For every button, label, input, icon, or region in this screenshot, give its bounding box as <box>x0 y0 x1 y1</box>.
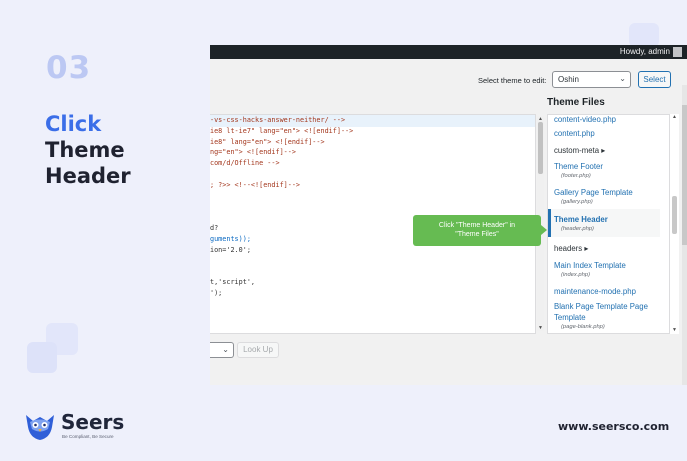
file-gallery-filename: (gallery.php) <box>561 199 593 205</box>
brand-name: Seers <box>61 410 125 434</box>
brand-tagline: Be Compliant, Be Secure <box>62 434 114 439</box>
file-page-blank-filename: (page-blank.php) <box>561 324 605 330</box>
step-title-line2: Theme <box>45 138 125 162</box>
theme-select-dropdown[interactable]: Oshin ⌄ <box>552 71 631 88</box>
step-number: 03 <box>46 50 92 86</box>
file-gallery-page-template[interactable]: Gallery Page Template <box>554 188 633 197</box>
code-line: com/d/Offline --> <box>210 159 280 168</box>
file-blank-page-template[interactable]: Blank Page Template Page <box>554 302 648 311</box>
code-line: ; ?>> <!--<![endif]--> <box>210 180 301 189</box>
dir-headers[interactable]: headers ▸ <box>554 244 588 253</box>
select-theme-label: Select theme to edit: <box>478 76 547 85</box>
chevron-down-icon: ⌄ <box>222 345 229 354</box>
code-content: -vs-css-hacks-answer-neither/ --> ie8 lt-… <box>210 115 353 299</box>
code-line: ie8" lang="en"> <![endif]--> <box>210 137 325 146</box>
code-line: ng="en"> <![endif]--> <box>210 148 296 157</box>
file-index-filename: (index.php) <box>561 272 591 278</box>
file-list-scroll-thumb[interactable] <box>672 196 677 234</box>
dir-custom-meta[interactable]: custom-meta ▸ <box>554 146 605 155</box>
callout-line2: "Theme Files" <box>455 230 499 238</box>
file-theme-footer[interactable]: Theme Footer <box>554 162 603 171</box>
code-line: d? <box>210 223 219 232</box>
file-blank-page-template-cont[interactable]: Template <box>554 313 586 322</box>
step-title-line3: Header <box>45 164 131 188</box>
lookup-button[interactable]: Look Up <box>237 342 279 358</box>
instruction-callout: Click "Theme Header" in "Theme Files" <box>413 215 541 246</box>
admin-bar: Howdy, admin <box>210 45 687 59</box>
file-theme-header-filename: (header.php) <box>561 226 594 232</box>
callout-pointer <box>541 225 547 235</box>
owl-logo-icon <box>26 415 54 440</box>
function-select-dropdown[interactable]: ⌄ <box>210 342 234 358</box>
howdy-greeting[interactable]: Howdy, admin <box>620 45 670 59</box>
theme-files-list: content-video.php content.php custom-met… <box>547 114 670 334</box>
callout-line1: Click "Theme Header" in <box>438 222 516 229</box>
step-title-accent: Click <box>45 112 102 136</box>
code-line: ion='2.0'; <box>210 245 251 254</box>
code-line: t,'script', <box>210 277 256 286</box>
code-line: guments)); <box>210 234 251 243</box>
step-title: Click Theme Header <box>45 111 131 189</box>
avatar[interactable] <box>673 47 682 57</box>
page-scroll-thumb[interactable] <box>682 105 687 245</box>
theme-files-heading: Theme Files <box>547 97 605 108</box>
editor-scroll-thumb[interactable] <box>538 122 543 174</box>
theme-select-value: Oshin <box>558 75 579 84</box>
file-maintenance-mode[interactable]: maintenance-mode.php <box>554 287 636 296</box>
file-theme-header[interactable]: Theme Header <box>554 215 608 224</box>
file-main-index-template[interactable]: Main Index Template <box>554 261 626 270</box>
website-url[interactable]: www.seersco.com <box>558 420 669 433</box>
scroll-down-icon[interactable]: ▼ <box>537 325 544 331</box>
decor-square-left-front <box>27 342 57 373</box>
file-list-scrollbar[interactable]: ▲ ▼ <box>670 114 679 334</box>
file-content[interactable]: content.php <box>554 129 595 138</box>
scroll-down-icon[interactable]: ▼ <box>670 327 679 334</box>
select-button[interactable]: Select <box>638 71 671 88</box>
scroll-up-icon[interactable]: ▲ <box>670 114 679 121</box>
file-content-video[interactable]: content-video.php <box>554 115 616 124</box>
page-scrollbar[interactable] <box>682 85 687 385</box>
file-theme-footer-filename: (footer.php) <box>561 173 591 179</box>
decor-square-top-right <box>629 23 659 47</box>
code-line: '); <box>210 288 223 297</box>
seers-logo: Seers Be Compliant, Be Secure <box>24 410 124 446</box>
chevron-down-icon: ⌄ <box>619 74 626 83</box>
code-line: ie8 lt-ie7" lang="en"> <![endif]--> <box>210 126 354 135</box>
code-line: -vs-css-hacks-answer-neither/ --> <box>210 116 346 124</box>
